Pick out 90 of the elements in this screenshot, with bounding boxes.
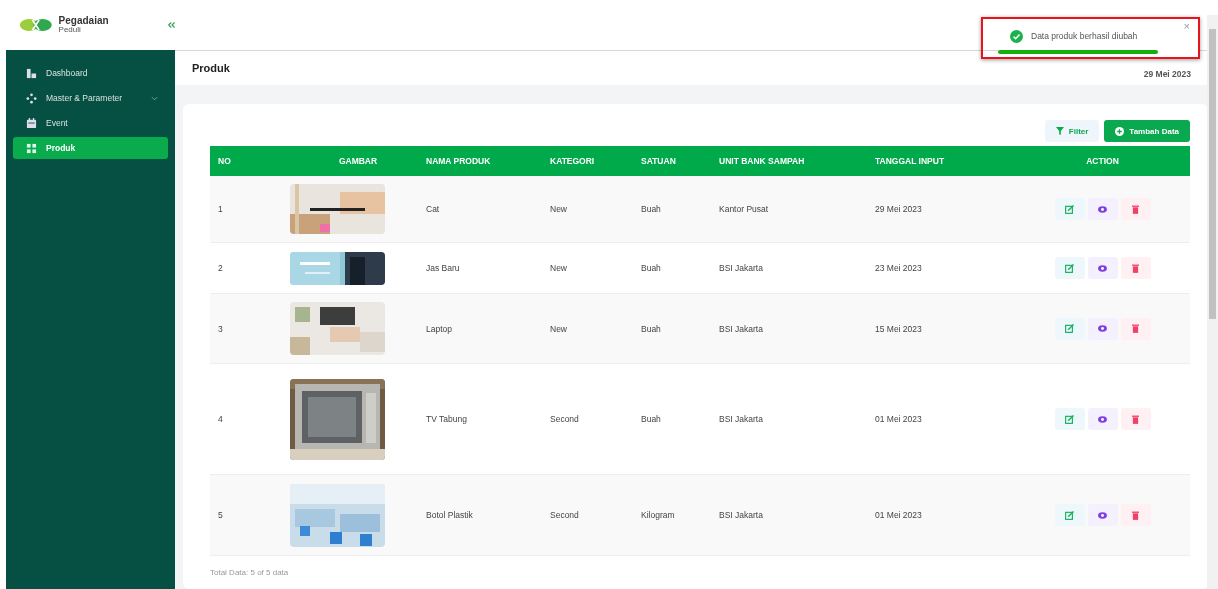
edit-button[interactable] (1054, 317, 1085, 340)
delete-button[interactable] (1120, 408, 1151, 430)
table-cell-text: 4 (217, 414, 224, 424)
collapse-icon[interactable] (166, 20, 175, 30)
table-cell-text: New (550, 323, 568, 334)
table-cell-text: 15 Mei 2023 (875, 323, 923, 334)
edit-icon (1065, 263, 1074, 273)
table-cell-text: Kilogram (641, 510, 676, 520)
edit-button[interactable] (1054, 504, 1085, 526)
edit-icon (1065, 510, 1074, 520)
view-button[interactable] (1087, 198, 1118, 220)
filter-button[interactable]: Filter (1044, 120, 1100, 142)
table-cell-text: 3 (217, 323, 224, 334)
table-cell-text: BSI Jakarta (719, 414, 764, 424)
delete-button[interactable] (1120, 504, 1151, 526)
total-data-text: Total Data: 5 of 5 data (210, 568, 290, 577)
table-cell-text: 1 (217, 204, 224, 214)
trash-icon (1132, 204, 1139, 214)
table-cell-text: Buah (641, 414, 662, 424)
toast-message: Data produk berhasil diubah (1031, 31, 1138, 41)
delete-button[interactable] (1120, 198, 1151, 220)
edit-icon (1065, 324, 1074, 333)
column-header: SATUAN (641, 156, 677, 166)
scrollbar[interactable] (1207, 15, 1218, 589)
column-header: TANGGAL INPUT (875, 156, 946, 166)
filter-icon (1055, 127, 1064, 135)
table-cell-text: Botol Plastik (426, 510, 474, 520)
edit-button[interactable] (1054, 257, 1085, 279)
plus-circle-icon (1115, 126, 1125, 136)
trash-icon (1132, 414, 1139, 424)
page-date: 29 Mei 2023 (1143, 69, 1191, 79)
eye-icon (1098, 264, 1107, 272)
edit-icon (1065, 414, 1074, 424)
nodes-icon (26, 92, 37, 104)
brand-name: Pegadaian (58, 16, 109, 26)
column-header: UNIT BANK SAMPAH (719, 156, 806, 166)
table-cell-text: Cat (426, 204, 441, 214)
view-button[interactable] (1087, 317, 1118, 340)
table-cell-text: 29 Mei 2023 (875, 204, 923, 214)
column-header: NO (217, 156, 232, 166)
table-cell-text: 01 Mei 2023 (875, 510, 923, 520)
table-cell-text: New (550, 204, 568, 214)
table-cell-text: BSI Jakarta (719, 323, 764, 334)
column-header: KATEGORI (550, 156, 596, 166)
table-cell-text: Second (550, 510, 580, 520)
table-cell-text: BSI Jakarta (719, 510, 764, 520)
table-cell-text: Second (550, 414, 580, 424)
table-cell-text: 5 (217, 510, 224, 520)
table-cell-text: Buah (641, 204, 662, 214)
column-header: GAMBAR (337, 156, 379, 166)
trash-icon (1132, 324, 1139, 333)
brand-tagline: Peduli (58, 26, 81, 34)
delete-button[interactable] (1120, 317, 1151, 340)
column-header: NAMA PRODUK (426, 156, 492, 166)
edit-icon (1065, 204, 1074, 214)
eye-icon (1098, 205, 1107, 213)
table-cell-text: TV Tabung (426, 414, 468, 424)
trash-icon (1132, 263, 1139, 273)
table-cell-text: 2 (217, 263, 224, 273)
table-cell-text: Laptop (426, 323, 453, 334)
table-cell-text: Kantor Pusat (719, 204, 770, 214)
eye-icon (1098, 325, 1107, 332)
eye-icon (1098, 511, 1107, 519)
view-button[interactable] (1087, 408, 1118, 430)
add-data-button[interactable]: Tambah Data (1104, 120, 1190, 142)
trash-icon (1132, 510, 1139, 520)
sidebar-item[interactable]: Event (13, 112, 168, 134)
column-header: ACTION (1085, 156, 1120, 166)
sidebar-item[interactable]: Produk (13, 137, 168, 159)
grid-icon (26, 142, 37, 154)
edit-button[interactable] (1054, 408, 1085, 430)
view-button[interactable] (1087, 504, 1118, 526)
table-cell-text: New (550, 263, 568, 273)
table-cell-text: Buah (641, 323, 662, 334)
eye-icon (1098, 415, 1107, 423)
table-cell-text: Buah (641, 263, 662, 273)
delete-button[interactable] (1120, 257, 1151, 279)
table-cell-text: Jas Baru (426, 263, 461, 273)
close-button[interactable]: × (1183, 20, 1190, 32)
check-circle-icon (1010, 29, 1023, 43)
table-cell-text: 01 Mei 2023 (875, 414, 923, 424)
calendar-icon (26, 117, 37, 129)
sidebar-item[interactable]: Master & Parameter (13, 87, 168, 109)
edit-button[interactable] (1054, 198, 1085, 220)
page-title: Produk (192, 62, 230, 74)
table-cell-text: 23 Mei 2023 (875, 263, 923, 273)
chart-icon (26, 67, 37, 79)
table-cell-text: BSI Jakarta (719, 263, 764, 273)
sidebar-item[interactable]: Dashboard (13, 62, 168, 84)
view-button[interactable] (1087, 257, 1118, 279)
